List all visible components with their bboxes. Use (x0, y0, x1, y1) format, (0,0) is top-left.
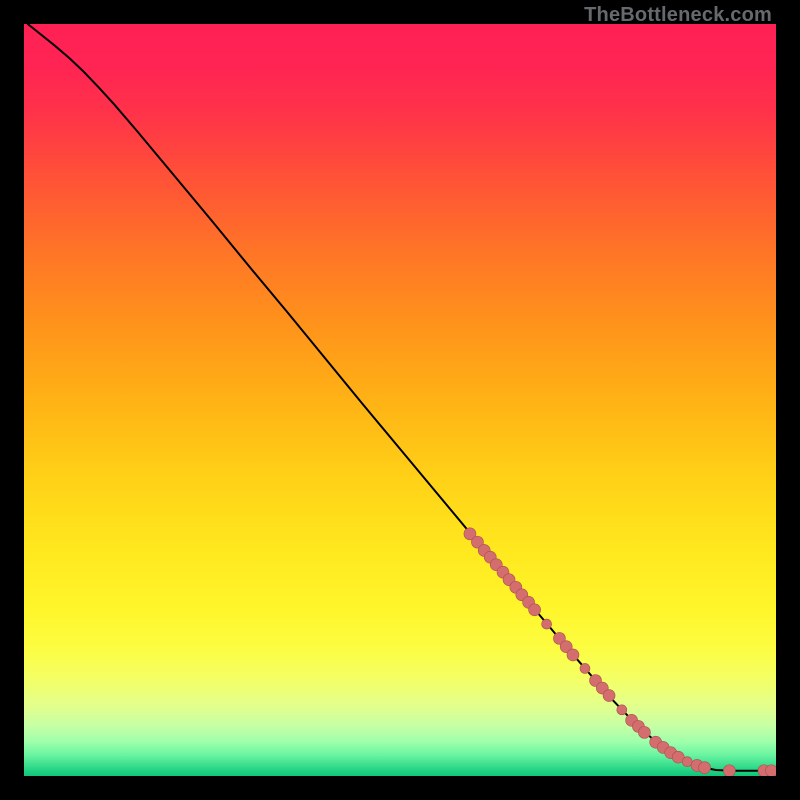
data-point (603, 690, 615, 702)
scatter-points (464, 528, 776, 776)
data-point (638, 726, 650, 738)
data-point (567, 649, 579, 661)
data-point (580, 663, 590, 673)
data-point (723, 765, 735, 776)
curve-layer (24, 24, 776, 776)
data-point (699, 762, 711, 774)
data-point (529, 604, 541, 616)
data-point (542, 619, 552, 629)
data-point (617, 705, 627, 715)
chart-container: TheBottleneck.com (0, 0, 800, 800)
data-point (765, 765, 776, 776)
plot-area (24, 24, 776, 776)
main-curve (28, 24, 773, 771)
